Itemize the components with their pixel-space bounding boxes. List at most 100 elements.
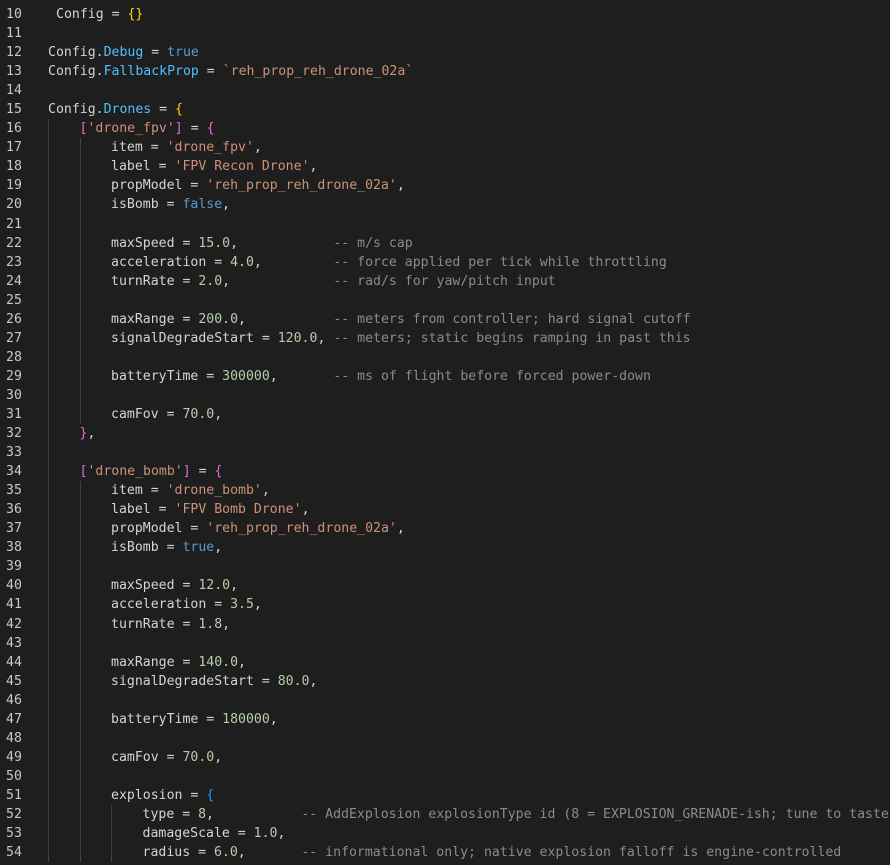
code-text: propModel = 'reh_prop_reh_drone_02a', [111,176,405,195]
code-line[interactable]: 46 [0,690,890,710]
line-number: 41 [6,597,22,613]
indent-guide [79,595,81,615]
indent-guide [48,843,49,863]
code-token: { [175,102,183,118]
code-token: damageScale = [142,826,254,842]
code-text: acceleration = 3.5, [111,595,262,614]
code-token: , [277,826,286,842]
indent-guide [48,424,49,444]
code-line[interactable]: 32}, [0,424,890,444]
indent-guide [79,519,81,539]
indent-guide [79,671,81,691]
code-line[interactable]: 19 propModel = 'reh_prop_reh_drone_02a', [0,176,890,196]
indent-guide [79,214,81,234]
code-line[interactable]: 48 [0,728,890,748]
code-token: = [143,45,168,61]
code-line[interactable]: 10 Config = {} [0,5,890,24]
code-line[interactable]: 27 signalDegradeStart = 120.0, -- meters;… [0,328,890,348]
code-token: 120.0 [277,330,318,346]
code-line[interactable]: 40 maxSpeed = 12.0, [0,576,890,596]
code-line[interactable]: 54 radius = 6.0, -- informational only; n… [0,843,890,863]
line-number: 54 [6,845,22,861]
code-line[interactable]: 35 item = 'drone_bomb', [0,481,890,501]
code-line[interactable]: 36 label = 'FPV Bomb Drone', [0,500,890,520]
line-number: 21 [6,216,22,232]
line-number: 34 [6,464,22,480]
code-line[interactable]: 28 [0,347,890,367]
code-token: turnRate = [111,616,199,632]
indent-guide [79,557,81,577]
code-line[interactable]: 50 [0,766,890,786]
code-token: 'FPV Recon Drone' [174,159,310,175]
code-token: { [206,121,215,137]
code-token: { [206,787,215,803]
code-token: 'reh_prop_reh_drone_02a' [206,178,397,194]
indent-guide [79,824,81,844]
indent-guide [79,233,81,253]
code-line[interactable]: 39 [0,557,890,577]
code-text: type = 8, -- AddExplosion explosionType … [143,805,890,824]
code-line[interactable]: 18 label = 'FPV Recon Drone', [0,157,890,177]
code-line[interactable]: 34 ['drone_bomb'] = { [0,462,890,482]
code-token: , [301,502,310,518]
code-line[interactable]: 15 Config.Drones = { [0,100,890,119]
code-line[interactable]: 24 turnRate = 2.0, -- rad/s for yaw/pitch… [0,271,890,291]
code-line[interactable]: 37 propModel = 'reh_prop_reh_drone_02a', [0,519,890,539]
code-line[interactable]: 44 maxRange = 140.0, [0,652,890,672]
indent-guide [48,290,49,310]
code-line[interactable]: 13 Config.FallbackProp = `reh_prop_reh_dr… [0,62,890,81]
code-line[interactable]: 38 isBomb = true, [0,538,890,558]
line-number: 49 [6,749,22,765]
code-token: 'drone_bomb' [87,464,183,480]
code-token: 8 [198,806,207,822]
code-token: ] [174,121,183,137]
code-line[interactable]: 47 batteryTime = 180000, [0,709,890,729]
indent-guide [79,404,81,425]
indent-guide [48,462,49,482]
code-line[interactable]: 22 maxSpeed = 15.0, -- m/s cap [0,233,890,253]
code-text: batteryTime = 300000, -- ms of flight be… [111,367,651,386]
indent-guide [79,766,81,786]
code-line[interactable]: 51 explosion = { [0,785,890,805]
code-line[interactable]: 49 camFov = 70.0, [0,747,890,767]
indent-guide [48,804,49,825]
indent-guide [48,824,49,844]
line-number: 15 [6,102,22,118]
code-line[interactable]: 31 camFov = 70.0, [0,404,890,425]
code-line[interactable]: 52 type = 8, -- AddExplosion explosionTyp… [0,804,890,825]
code-token: isBomb = [111,197,183,213]
code-token: {} [127,7,144,22]
code-line[interactable]: 53 damageScale = 1.0, [0,824,890,844]
code-line[interactable]: 21 [0,214,890,234]
code-line[interactable]: 12 Config.Debug = true [0,43,890,62]
code-token: , [230,578,239,594]
code-line[interactable]: 25 [0,290,890,310]
line-number: 29 [6,368,22,384]
code-line[interactable]: 43 [0,633,890,653]
code-token: radius = [142,845,214,861]
code-token: 180000 [222,711,270,727]
indent-guide [48,709,49,729]
code-line[interactable]: 30 [0,385,890,405]
code-token: acceleration = [111,597,231,613]
code-token: -- meters; static begins ramping in past… [333,330,691,346]
code-text: Config.Debug = true [48,43,199,62]
indent-guide [48,614,49,634]
code-line[interactable]: 23 acceleration = 4.0, -- force applied p… [0,252,890,272]
code-line[interactable]: 20 isBomb = false, [0,195,890,215]
code-line[interactable]: 11 [0,24,890,43]
indent-guide [48,633,49,653]
code-line[interactable]: 45 signalDegradeStart = 80.0, [0,671,890,691]
code-line[interactable]: 17 item = 'drone_fpv', [0,138,890,158]
code-line[interactable]: 33 [0,443,890,463]
code-token: 200.0 [198,311,239,327]
code-line[interactable]: 16 ['drone_fpv'] = { [0,119,890,139]
indent-guide [48,538,49,558]
code-line[interactable]: 41 acceleration = 3.5, [0,595,890,615]
code-editor[interactable]: 10 Config = {} 11 12 Config.Debug = true 13 Co… [0,5,890,863]
code-line[interactable]: 14 [0,81,890,100]
code-line[interactable]: 29 batteryTime = 300000, -- ms of flight … [0,366,890,386]
code-line[interactable]: 42 turnRate = 1.8, [0,614,890,634]
code-line[interactable]: 26 maxRange = 200.0, -- meters from contr… [0,309,890,329]
indent-guide [48,652,49,672]
